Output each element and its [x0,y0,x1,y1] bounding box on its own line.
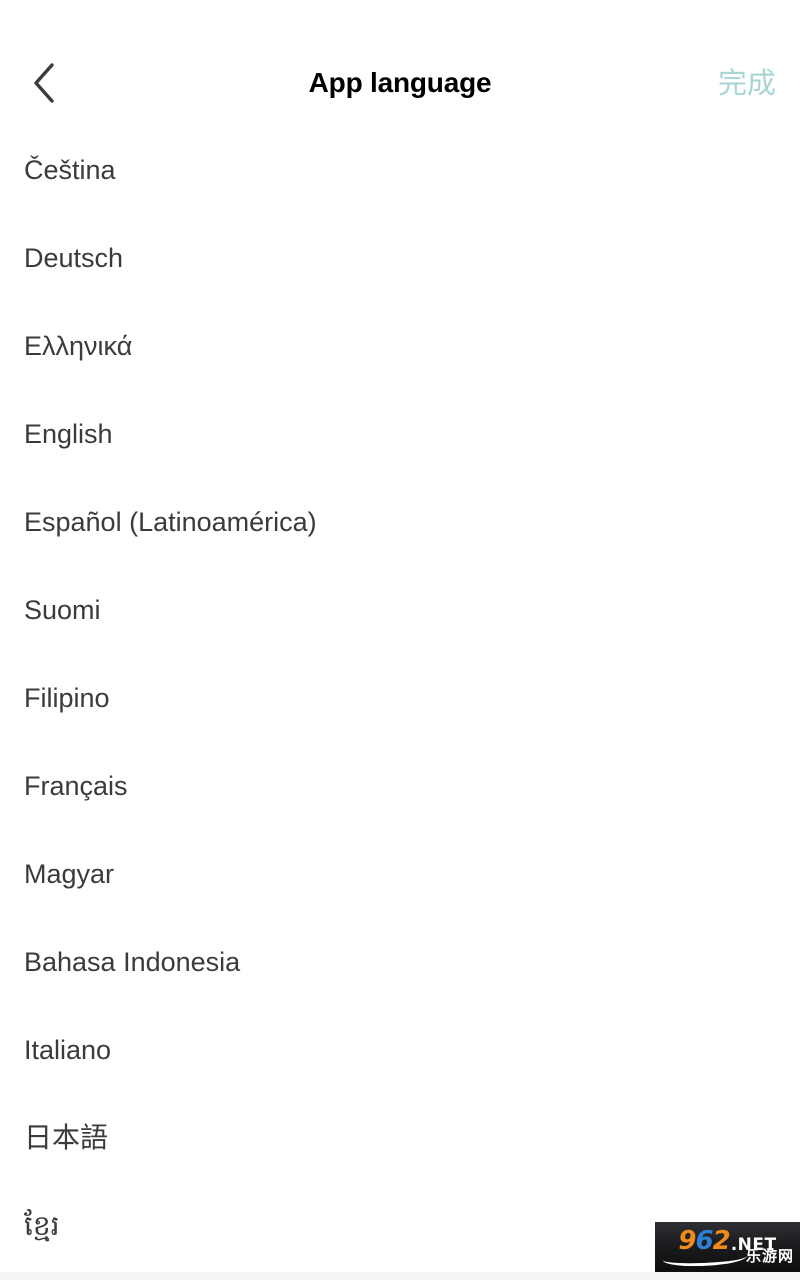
language-label: Español (Latinoamérica) [24,506,317,537]
language-list[interactable]: Čeština Deutsch Ελληνικά English Español (La… [0,126,800,1280]
language-list-item[interactable]: Čeština [0,126,800,214]
language-label: Ελληνικά [24,330,133,361]
language-list-item[interactable]: 日本語 [0,1094,800,1182]
language-label: Français [24,770,128,801]
language-label: English [24,418,113,449]
language-list-item[interactable]: Ελληνικά [0,302,800,390]
language-list-item[interactable]: Bahasa Indonesia [0,918,800,1006]
language-list-item[interactable]: Español (Latinoamérica) [0,478,800,566]
watermark-cn-text: 乐游网 [745,1247,794,1265]
language-list-item[interactable]: Suomi [0,566,800,654]
language-label: Filipino [24,682,110,713]
language-list-item[interactable]: Magyar [0,830,800,918]
swoosh-icon [662,1249,748,1267]
page-title: App language [308,67,492,98]
language-list-item[interactable]: Filipino [0,654,800,742]
language-label: ខ្មែរ [24,1209,60,1242]
language-list-item[interactable]: Italiano [0,1006,800,1094]
app-language-screen: App language 完成 Čeština Deutsch Ελληνικά En… [0,0,800,1280]
language-label: Magyar [24,858,115,889]
language-list-item[interactable]: English [0,390,800,478]
bottom-strip [0,1272,800,1280]
language-label: Bahasa Indonesia [24,946,241,977]
language-list-item[interactable]: Français [0,742,800,830]
header-bar: App language 完成 [0,0,800,126]
watermark-sub-row: 乐游网 [655,1247,800,1271]
language-label: Čeština [24,154,116,185]
site-watermark: 962 .NET 乐游网 [655,1222,800,1272]
language-label: Suomi [24,594,101,625]
language-list-item[interactable]: Deutsch [0,214,800,302]
language-label: 日本語 [24,1121,109,1154]
language-label: Deutsch [24,242,124,273]
done-button[interactable]: 完成 [718,47,776,119]
language-label: Italiano [24,1034,112,1065]
